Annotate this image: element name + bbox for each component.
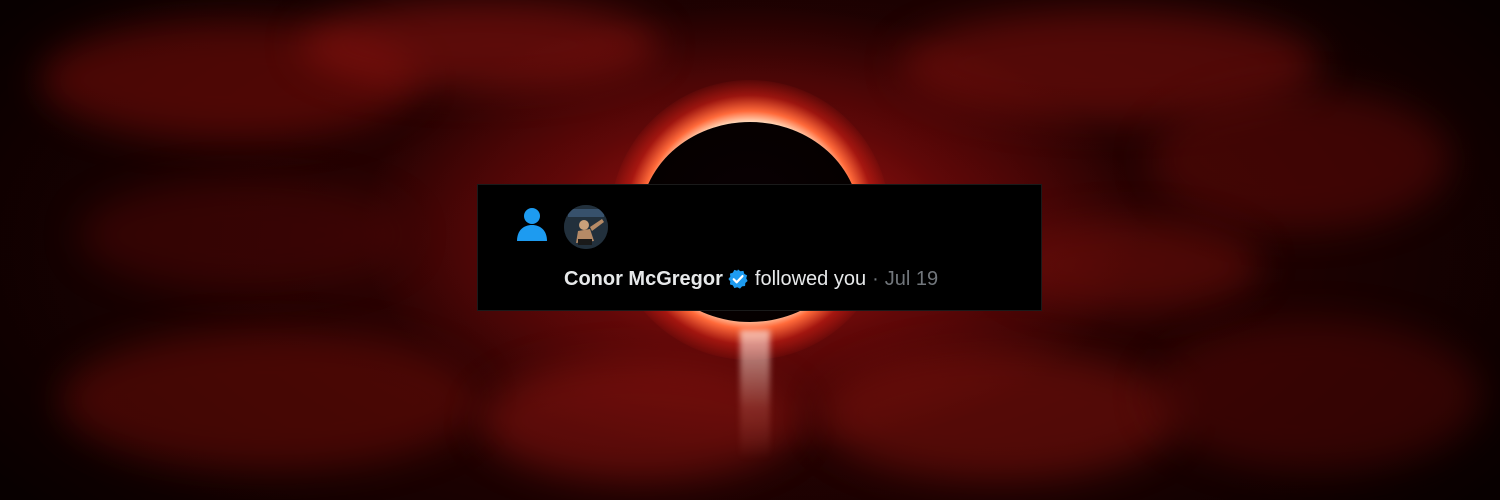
user-name-link[interactable]: Conor McGregor bbox=[564, 265, 723, 293]
avatar-image bbox=[564, 205, 608, 249]
notification-action: followed you bbox=[754, 268, 867, 290]
profile-banner: Conor McGregor followed you · Jul 19 bbox=[0, 0, 1500, 500]
separator-dot: · bbox=[872, 268, 879, 290]
notification-timestamp[interactable]: Jul 19 bbox=[885, 265, 938, 293]
light-rays bbox=[740, 330, 770, 460]
verified-badge-icon bbox=[728, 269, 748, 289]
person-icon bbox=[517, 208, 547, 241]
notification-text: Conor McGregor followed you · Jul 19 bbox=[564, 265, 938, 293]
follow-notification-card[interactable]: Conor McGregor followed you · Jul 19 bbox=[477, 184, 1042, 311]
avatar[interactable] bbox=[564, 205, 608, 249]
